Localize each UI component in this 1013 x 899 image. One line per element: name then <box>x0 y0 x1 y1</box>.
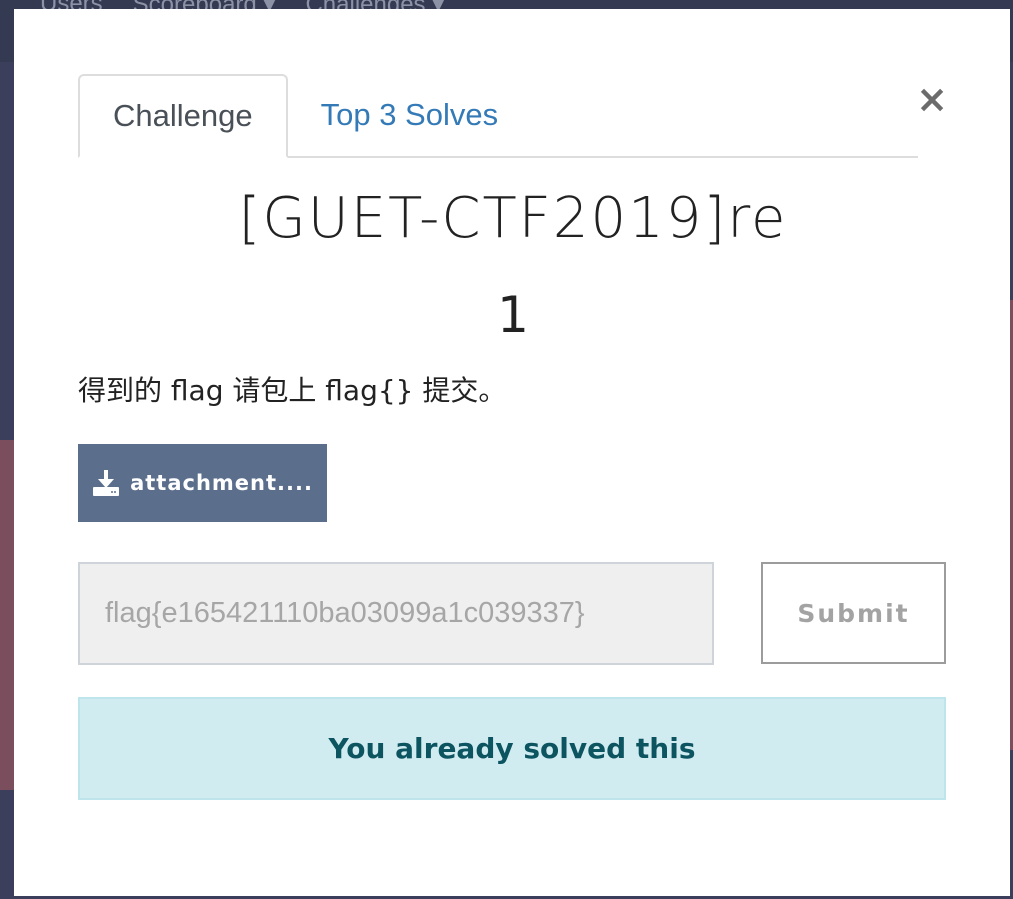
challenge-modal: Challenge Top 3 Solves × [GUET-CTF2019]r… <box>14 9 1010 896</box>
close-button[interactable]: × <box>910 77 954 121</box>
download-icon <box>92 469 120 497</box>
attachment-label: attachment.... <box>130 471 313 495</box>
modal-tabs: Challenge Top 3 Solves <box>78 73 918 158</box>
challenge-description: 得到的 flag 请包上 flag{} 提交。 <box>78 374 507 407</box>
flag-input[interactable]: flag{e165421110ba03099a1c039337} <box>78 562 714 665</box>
tab-top-solves[interactable]: Top 3 Solves <box>288 74 532 156</box>
attachment-button[interactable]: attachment.... <box>78 444 327 522</box>
solved-alert: You already solved this <box>78 697 946 800</box>
challenge-value: 1 <box>497 286 529 344</box>
background-card <box>0 440 14 790</box>
tab-challenge[interactable]: Challenge <box>78 74 288 158</box>
challenge-title: [GUET-CTF2019]re <box>238 186 788 251</box>
close-icon: × <box>916 77 948 121</box>
submit-button[interactable]: Submit <box>761 562 946 664</box>
